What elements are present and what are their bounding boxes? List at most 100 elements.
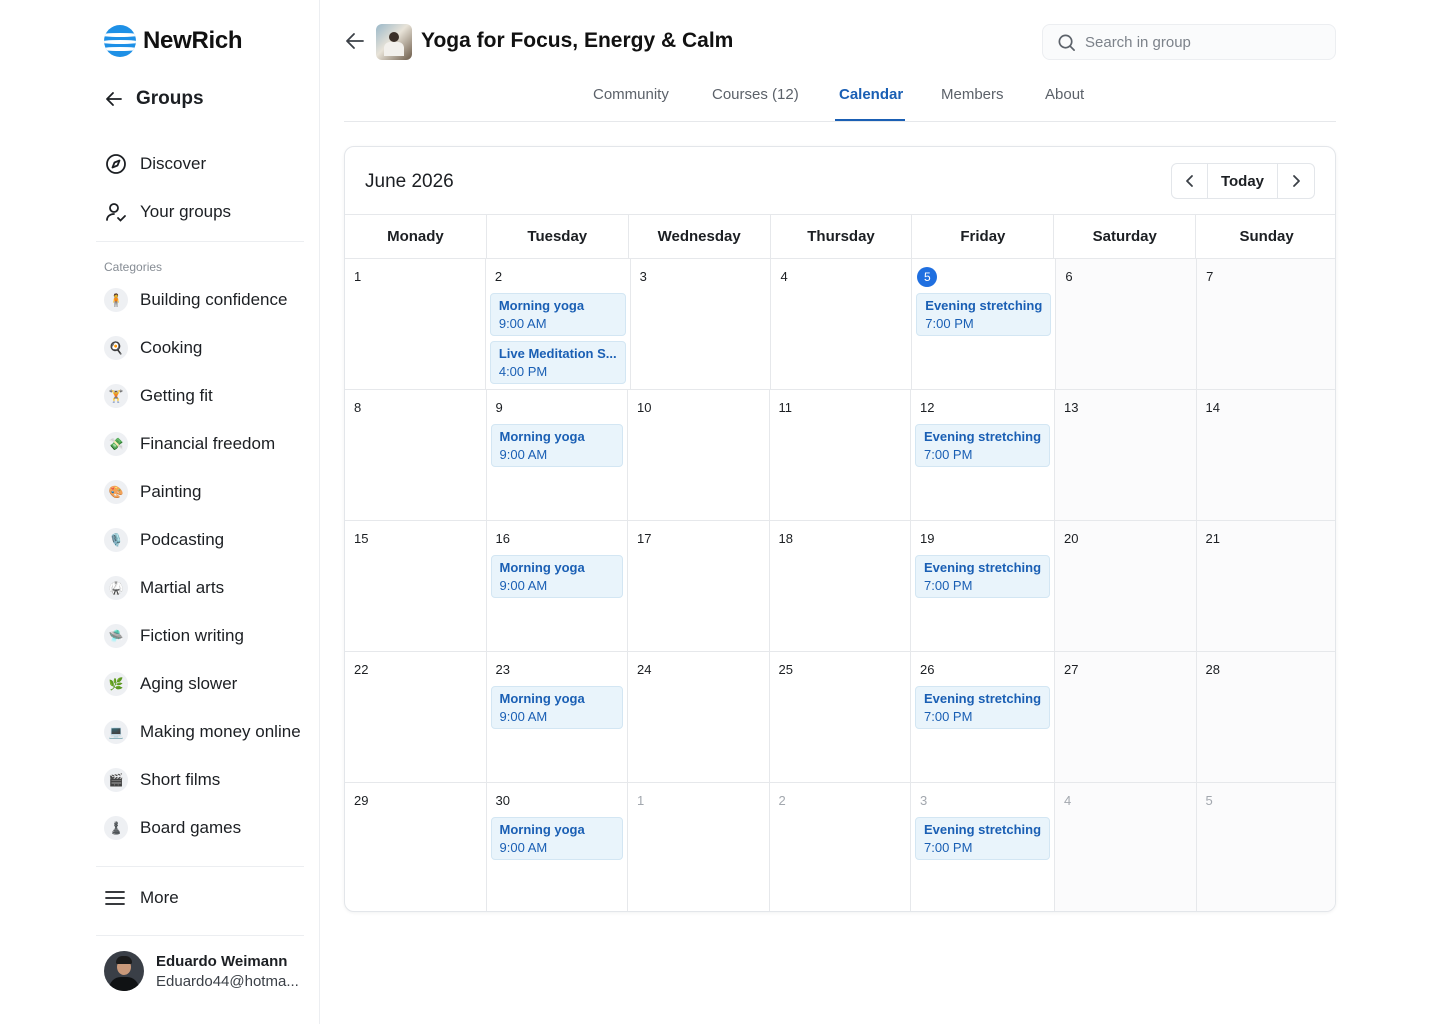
day-number: 24: [637, 662, 652, 677]
calendar-day-cell[interactable]: 19 Evening stretching 7:00 PM: [911, 521, 1056, 651]
calendar-event[interactable]: Evening stretching 7:00 PM: [916, 293, 1052, 336]
calendar-day-cell[interactable]: 3 Evening stretching 7:00 PM: [911, 783, 1056, 911]
sidebar-category-item[interactable]: 🧍 Building confidence: [104, 288, 287, 312]
sidebar-category-item[interactable]: 🍳 Cooking: [104, 336, 202, 360]
category-icon: 🌿: [104, 672, 128, 696]
calendar-event[interactable]: Morning yoga 9:00 AM: [489, 293, 626, 336]
calendar-day-cell[interactable]: 7: [1197, 259, 1335, 389]
calendar-event[interactable]: Morning yoga 9:00 AM: [490, 555, 623, 598]
calendar-day-cell[interactable]: 29: [345, 783, 487, 911]
today-button[interactable]: Today: [1208, 164, 1278, 198]
sidebar-category-item[interactable]: 💸 Financial freedom: [104, 432, 275, 456]
calendar-day-cell[interactable]: 11: [770, 390, 911, 520]
calendar-day-cell[interactable]: 5: [1196, 783, 1335, 911]
event-title: Evening stretching: [924, 822, 1042, 837]
weekday-header: Saturday: [1054, 215, 1197, 258]
sidebar-item-your-groups[interactable]: Your groups: [104, 200, 231, 224]
back-button[interactable]: [344, 30, 366, 57]
sidebar-item-discover[interactable]: Discover: [104, 152, 206, 176]
calendar-day-cell[interactable]: 10: [628, 390, 770, 520]
calendar-day-cell[interactable]: 2 Morning yoga 9:00 AM Live Meditation S...…: [486, 259, 631, 389]
calendar-day-cell[interactable]: 13: [1055, 390, 1197, 520]
calendar-day-cell[interactable]: 6: [1056, 259, 1198, 389]
calendar-event[interactable]: Morning yoga 9:00 AM: [490, 686, 623, 729]
calendar-day-cell[interactable]: 8: [345, 390, 487, 520]
calendar-day-cell[interactable]: 1: [345, 259, 486, 389]
logo-globe-icon: [104, 25, 136, 57]
app-logo[interactable]: NewRich: [104, 25, 243, 57]
calendar-week-row: 29 30 Morning yoga 9:00 AM 1 2 3 Evening stretc…: [345, 783, 1335, 911]
calendar-event[interactable]: Live Meditation S... 4:00 PM: [489, 341, 626, 384]
calendar-day-cell[interactable]: 15: [345, 521, 487, 651]
sidebar-category-item[interactable]: 💻 Making money online: [104, 720, 301, 744]
calendar-day-cell[interactable]: 4: [1055, 783, 1197, 911]
calendar-event[interactable]: Evening stretching 7:00 PM: [915, 424, 1051, 467]
category-label: Fiction writing: [140, 626, 244, 645]
calendar-day-cell[interactable]: 21: [1196, 521, 1335, 651]
back-to-groups-button[interactable]: Groups: [104, 88, 204, 110]
calendar-day-cell[interactable]: 4: [771, 259, 913, 389]
next-month-button[interactable]: [1278, 164, 1314, 198]
back-to-groups-label: Groups: [136, 88, 204, 109]
calendar-day-cell[interactable]: 18: [770, 521, 911, 651]
sidebar-category-item[interactable]: 🌿 Aging slower: [104, 672, 237, 696]
sidebar-category-item[interactable]: ♟️ Board games: [104, 816, 241, 840]
tab-courses[interactable]: Courses (12): [712, 86, 799, 103]
more-button[interactable]: More: [104, 887, 179, 909]
calendar-event[interactable]: Morning yoga 9:00 AM: [490, 817, 623, 860]
calendar-day-cell[interactable]: 27: [1055, 652, 1197, 782]
calendar-day-cell[interactable]: 1: [628, 783, 770, 911]
calendar-event[interactable]: Morning yoga 9:00 AM: [490, 424, 623, 467]
calendar-day-cell[interactable]: 9 Morning yoga 9:00 AM: [487, 390, 628, 520]
event-time: 9:00 AM: [498, 316, 547, 331]
calendar-day-cell[interactable]: 14: [1196, 390, 1335, 520]
category-icon: 💸: [104, 432, 128, 456]
calendar-day-cell[interactable]: 23 Morning yoga 9:00 AM: [487, 652, 628, 782]
calendar-event[interactable]: Evening stretching 7:00 PM: [915, 817, 1051, 860]
search-box[interactable]: [1042, 24, 1336, 60]
user-profile[interactable]: Eduardo Weimann Eduardo44@hotma...: [104, 951, 299, 991]
tab-calendar[interactable]: Calendar: [839, 86, 903, 103]
calendar-day-cell[interactable]: 17: [628, 521, 770, 651]
day-number: 27: [1064, 662, 1079, 677]
calendar-day-cell[interactable]: 30 Morning yoga 9:00 AM: [487, 783, 628, 911]
calendar-day-cell[interactable]: 2: [770, 783, 911, 911]
sidebar-category-item[interactable]: 🛸 Fiction writing: [104, 624, 244, 648]
tab-about[interactable]: About: [1045, 86, 1084, 103]
day-number: 16: [495, 531, 510, 546]
sidebar-category-item[interactable]: 🎙️ Podcasting: [104, 528, 224, 552]
tab-members[interactable]: Members: [941, 86, 1004, 103]
sidebar-category-item[interactable]: 🏋️ Getting fit: [104, 384, 213, 408]
event-time: 9:00 AM: [499, 840, 548, 855]
category-icon: 🛸: [104, 624, 128, 648]
event-title: Morning yoga: [499, 691, 585, 706]
day-number: 23: [495, 662, 510, 677]
day-number: 26: [920, 662, 935, 677]
calendar-day-cell[interactable]: 28: [1196, 652, 1335, 782]
previous-month-button[interactable]: [1172, 164, 1208, 198]
calendar-event[interactable]: Evening stretching 7:00 PM: [915, 686, 1051, 729]
sidebar-category-item[interactable]: 🥋 Martial arts: [104, 576, 224, 600]
category-label: Making money online: [140, 722, 301, 741]
calendar-day-cell[interactable]: 5 Evening stretching 7:00 PM: [912, 259, 1057, 389]
sidebar-category-item[interactable]: 🎨 Painting: [104, 480, 201, 504]
avatar: [104, 951, 144, 991]
calendar-day-cell[interactable]: 12 Evening stretching 7:00 PM: [911, 390, 1056, 520]
calendar-day-cell[interactable]: 25: [770, 652, 911, 782]
calendar-day-cell[interactable]: 3: [631, 259, 772, 389]
calendar-event[interactable]: Evening stretching 7:00 PM: [915, 555, 1051, 598]
arrow-left-icon: [346, 33, 364, 49]
calendar-day-cell[interactable]: 24: [628, 652, 770, 782]
calendar-day-cell[interactable]: 20: [1055, 521, 1197, 651]
group-title: Yoga for Focus, Energy & Calm: [421, 29, 734, 52]
calendar-day-cell[interactable]: 22: [345, 652, 487, 782]
category-label: Getting fit: [140, 386, 213, 405]
calendar-grid: 1 2 Morning yoga 9:00 AM Live Meditation S..…: [345, 259, 1335, 911]
sidebar-category-item[interactable]: 🎬 Short films: [104, 768, 220, 792]
calendar-day-cell[interactable]: 16 Morning yoga 9:00 AM: [487, 521, 628, 651]
sidebar-divider: [96, 935, 304, 936]
calendar-day-cell[interactable]: 26 Evening stretching 7:00 PM: [911, 652, 1056, 782]
search-input[interactable]: [1085, 33, 1305, 51]
tab-community[interactable]: Community: [593, 86, 669, 103]
event-time: 7:00 PM: [924, 578, 973, 593]
